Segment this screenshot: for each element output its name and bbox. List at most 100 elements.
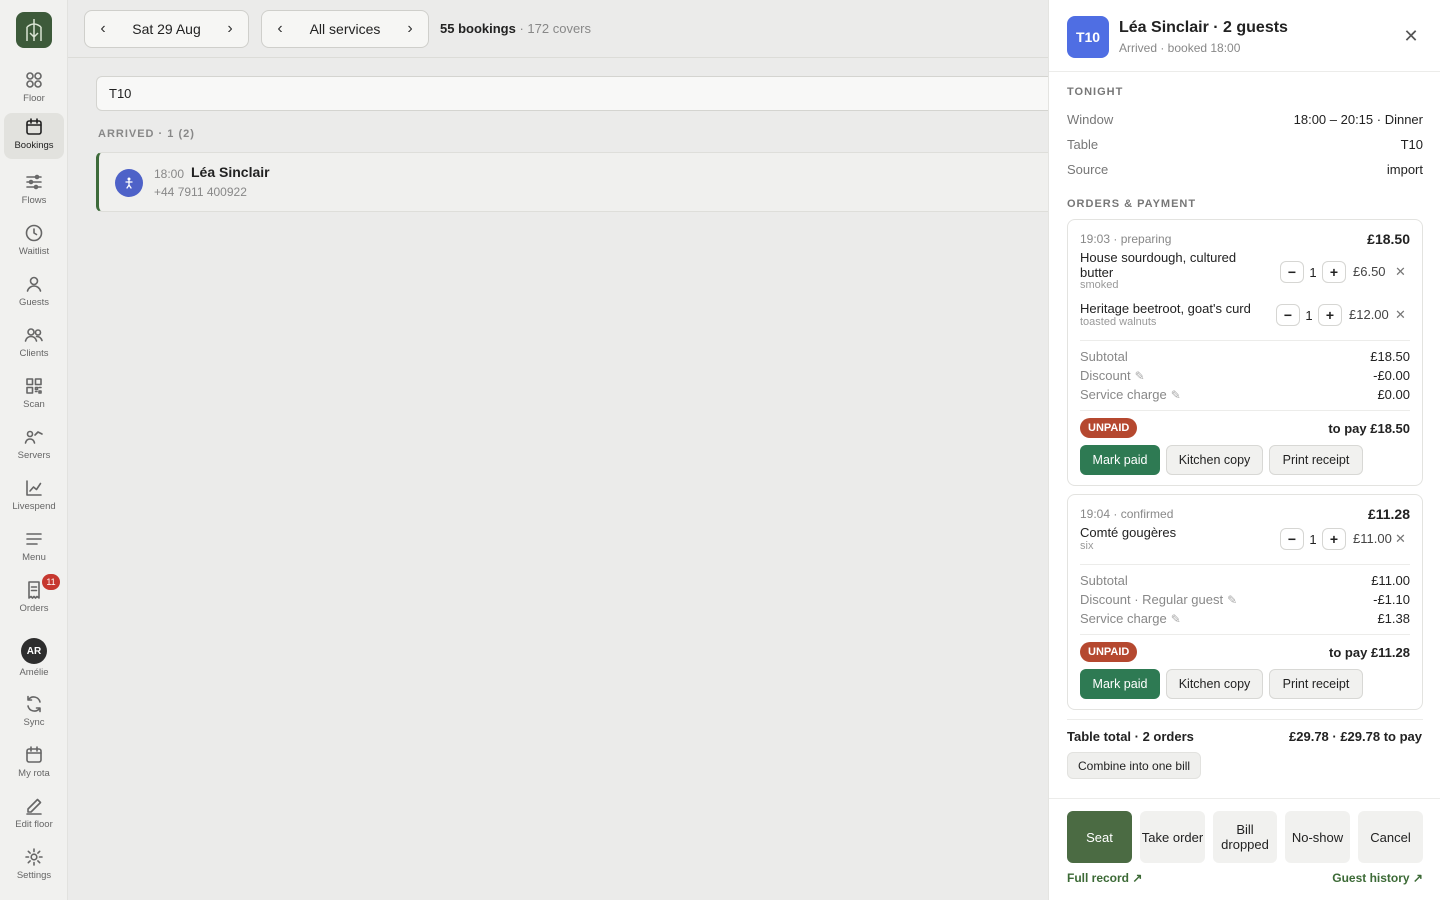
menu-icon — [26, 533, 42, 545]
chevron-right-icon[interactable]: › — [392, 11, 428, 47]
service-label[interactable]: All services — [298, 21, 392, 37]
nav-sync[interactable]: Sync — [4, 690, 64, 736]
grid-icon — [26, 72, 42, 88]
sliders-icon — [26, 174, 42, 190]
combine-bill-button[interactable]: Combine into one bill — [1067, 752, 1202, 779]
order-card: 19:03 · preparing £18.50 House sourdough… — [1067, 219, 1423, 486]
chart-icon — [26, 480, 42, 496]
edit-pencil-icon[interactable]: ✎ — [1135, 369, 1145, 383]
nav-label: Flows — [21, 195, 47, 206]
edit-pencil-icon[interactable]: ✎ — [1171, 388, 1181, 402]
discount-value: -£1.10 — [1373, 592, 1410, 607]
sidebar: Floor Bookings Flows Waitlist Guests Cli… — [0, 0, 68, 900]
edit-pencil-icon[interactable]: ✎ — [1227, 593, 1237, 607]
nav-waitlist[interactable]: Waitlist — [4, 219, 64, 265]
app-logo[interactable] — [16, 12, 52, 48]
order-status: 19:03 · preparing — [1080, 232, 1172, 246]
orders-count-badge: 11 — [42, 574, 60, 590]
quantity-stepper: − 1 + — [1276, 304, 1342, 326]
subtotal-value: £11.00 — [1371, 573, 1410, 588]
order-total: £18.50 — [1367, 231, 1410, 247]
covers-count: · 172 covers — [519, 21, 592, 36]
nav-settings[interactable]: Settings — [4, 843, 64, 889]
cancel-button[interactable]: Cancel — [1358, 811, 1423, 863]
nav-my-rota[interactable]: My rota — [4, 741, 64, 787]
decrement-button[interactable]: − — [1280, 261, 1304, 283]
remove-item-icon[interactable]: ✕ — [1395, 307, 1406, 323]
status-badge: UNPAID — [1080, 642, 1138, 662]
discount-row: Discount · Regular guest ✎ — [1080, 592, 1237, 607]
discount-value: -£0.00 — [1373, 368, 1410, 383]
service-value: £0.00 — [1377, 387, 1410, 402]
nav-label: Guests — [18, 297, 50, 308]
table-badge: T10 — [1067, 16, 1109, 58]
no-show-button[interactable]: No-show — [1285, 811, 1350, 863]
source-value: import — [1386, 162, 1423, 177]
nav-livespend[interactable]: Livespend — [4, 474, 64, 520]
nav-flows[interactable]: Flows — [4, 168, 64, 214]
service-row: Service charge ✎ — [1080, 611, 1181, 626]
avatar: AR — [21, 638, 47, 664]
edit-pencil-icon[interactable]: ✎ — [1171, 612, 1181, 626]
table-row: Table T10 — [1067, 137, 1423, 155]
nav-label: Orders — [19, 603, 49, 614]
table-total-value: £29.78 · £29.78 to pay — [1289, 729, 1422, 744]
date-label[interactable]: Sat 29 Aug — [121, 21, 212, 37]
close-icon[interactable]: ✕ — [1401, 26, 1421, 46]
print-receipt-button[interactable]: Print receipt — [1269, 445, 1363, 475]
nav-edit-floor[interactable]: Edit floor — [4, 792, 64, 838]
seat-button[interactable]: Seat — [1067, 811, 1132, 863]
gear-icon — [25, 848, 43, 866]
nav-guests[interactable]: Guests — [4, 270, 64, 316]
nav-label: Clients — [19, 348, 49, 359]
print-receipt-button[interactable]: Print receipt — [1269, 669, 1363, 699]
chevron-left-icon[interactable]: ‹ — [85, 11, 121, 47]
item-name: House sourdough, cultured butter — [1080, 250, 1237, 280]
chevron-left-icon[interactable]: ‹ — [262, 11, 298, 47]
mark-paid-button[interactable]: Mark paid — [1080, 669, 1160, 699]
booking-time: 18:00 — [154, 167, 185, 181]
quantity-value: 1 — [1309, 531, 1317, 547]
nav-label: Bookings — [14, 140, 54, 151]
item-price: £6.50 — [1353, 264, 1386, 279]
receipt-icon — [28, 581, 40, 599]
panel-footer: Seat Take order Bill dropped No-show Can… — [1049, 798, 1440, 900]
nav-label: Settings — [16, 870, 52, 881]
user-profile[interactable]: AR Amélie — [4, 634, 64, 680]
user-name: Amélie — [19, 667, 49, 678]
nav-clients[interactable]: Clients — [4, 321, 64, 367]
nav-menu[interactable]: Menu — [4, 525, 64, 571]
full-record-link[interactable]: Full record ↗ — [1067, 871, 1142, 885]
chevron-right-icon[interactable]: › — [212, 11, 248, 47]
panel-header: T10 Léa Sinclair · 2 guests Arrived · bo… — [1049, 0, 1440, 72]
increment-button[interactable]: + — [1322, 261, 1346, 283]
increment-button[interactable]: + — [1318, 304, 1342, 326]
nav-label: Sync — [23, 717, 45, 728]
divider — [1067, 719, 1423, 720]
increment-button[interactable]: + — [1322, 528, 1346, 550]
nav-bookings[interactable]: Bookings — [4, 113, 64, 159]
kitchen-copy-button[interactable]: Kitchen copy — [1166, 445, 1263, 475]
calendar-icon — [26, 118, 42, 135]
topbar: ‹ Sat 29 Aug › ‹ All services › 55 booki… — [68, 0, 1048, 58]
remove-item-icon[interactable]: ✕ — [1395, 264, 1406, 280]
booking-row[interactable]: 18:00 Léa Sinclair +44 7911 400922 — [96, 152, 1056, 212]
nav-orders[interactable]: Orders 11 — [4, 574, 64, 622]
remove-item-icon[interactable]: ✕ — [1395, 531, 1406, 547]
nav-floor[interactable]: Floor — [4, 66, 64, 112]
decrement-button[interactable]: − — [1276, 304, 1300, 326]
search-input[interactable]: T10 — [96, 76, 1056, 111]
mark-paid-button[interactable]: Mark paid — [1080, 445, 1160, 475]
table-total-label: Table total · 2 orders — [1067, 729, 1194, 744]
calendar-icon — [26, 746, 42, 763]
guest-history-link[interactable]: Guest history ↗ — [1332, 871, 1423, 885]
take-order-button[interactable]: Take order — [1140, 811, 1205, 863]
divider — [1080, 634, 1410, 635]
nav-label: Floor — [23, 93, 45, 104]
nav-servers[interactable]: Servers — [4, 423, 64, 469]
kitchen-copy-button[interactable]: Kitchen copy — [1166, 669, 1263, 699]
decrement-button[interactable]: − — [1280, 528, 1304, 550]
source-label: Source — [1067, 162, 1109, 177]
nav-scan[interactable]: Scan — [4, 372, 64, 418]
bill-dropped-button[interactable]: Bill dropped — [1213, 811, 1277, 863]
